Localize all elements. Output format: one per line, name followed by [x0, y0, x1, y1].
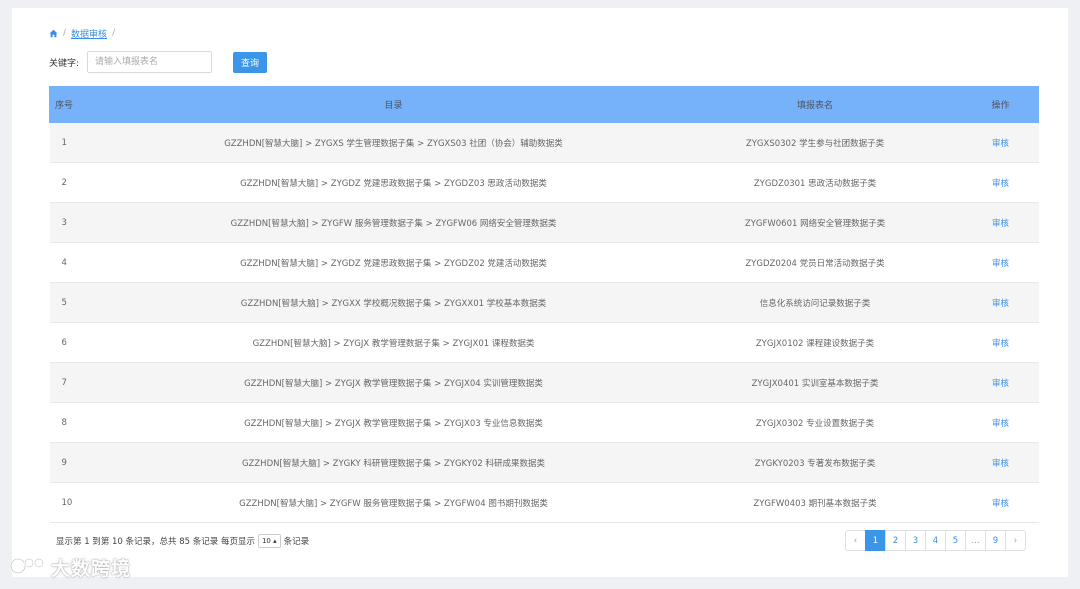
table-row: 1 GZZHDN[智慧大脑] > ZYGXS 学生管理数据子集 > ZYGXS03… — [49, 122, 1039, 163]
row-directory: GZZHDN[智慧大脑] > ZYGKY 科研管理数据子集 > ZYGKY02 … — [119, 442, 668, 483]
header-no: 序号 — [49, 86, 120, 123]
prev-page-button[interactable]: ‹ — [845, 530, 866, 551]
row-no: 5 — [49, 282, 120, 323]
row-operation: 审核 — [962, 202, 1039, 243]
audit-link[interactable]: 审核 — [992, 259, 1009, 269]
row-no: 9 — [49, 442, 120, 483]
row-form-name: ZYGJX0102 课程建设数据子类 — [667, 322, 963, 363]
record-info-suffix: 条记录 — [283, 537, 310, 547]
record-info-prefix: 显示第 1 到第 10 条记录，总共 85 条记录 每页显示 — [56, 537, 255, 547]
page-size-select[interactable]: 10 ▴ — [257, 534, 281, 548]
row-form-name: ZYGDZ0301 思政活动数据子类 — [667, 162, 963, 203]
audit-link[interactable]: 审核 — [992, 459, 1009, 469]
table-row: 5 GZZHDN[智慧大脑] > ZYGXX 学校概况数据子集 > ZYGXX01… — [49, 282, 1039, 323]
row-operation: 审核 — [962, 282, 1039, 323]
audit-link[interactable]: 审核 — [992, 379, 1009, 389]
search-label: 关键字: — [49, 58, 80, 69]
audit-link[interactable]: 审核 — [992, 419, 1009, 429]
row-no: 4 — [49, 242, 120, 283]
row-directory: GZZHDN[智慧大脑] > ZYGFW 服务管理数据子集 > ZYGFW06 … — [119, 202, 668, 243]
table-header-row: 序号 目录 填报表名 操作 — [49, 86, 1039, 123]
audit-link[interactable]: 审核 — [992, 179, 1009, 189]
header-form-name: 填报表名 — [667, 86, 963, 123]
home-icon[interactable] — [49, 29, 58, 38]
row-form-name: ZYGKY0203 专著发布数据子类 — [667, 442, 963, 483]
breadcrumb-separator: / — [112, 28, 116, 38]
row-no: 2 — [49, 162, 120, 203]
row-operation: 审核 — [962, 482, 1039, 523]
row-directory: GZZHDN[智慧大脑] > ZYGXS 学生管理数据子集 > ZYGXS03 … — [119, 122, 668, 163]
row-form-name: ZYGDZ0204 党员日常活动数据子类 — [667, 242, 963, 283]
row-no: 8 — [49, 402, 120, 443]
row-operation: 审核 — [962, 402, 1039, 443]
data-table: 序号 目录 填报表名 操作 1 GZZHDN[智慧大脑] > ZYGXS 学生管理… — [49, 86, 1039, 523]
table-row: 7 GZZHDN[智慧大脑] > ZYGJX 教学管理数据子集 > ZYGJX04… — [49, 362, 1039, 403]
page-button[interactable]: 5 — [945, 530, 966, 551]
table-row: 10 GZZHDN[智慧大脑] > ZYGFW 服务管理数据子集 > ZYGFW0… — [49, 482, 1039, 523]
header-directory: 目录 — [119, 86, 668, 123]
audit-link[interactable]: 审核 — [992, 339, 1009, 349]
audit-link[interactable]: 审核 — [992, 219, 1009, 229]
row-directory: GZZHDN[智慧大脑] > ZYGJX 教学管理数据子集 > ZYGJX04 … — [119, 362, 668, 403]
table-row: 2 GZZHDN[智慧大脑] > ZYGDZ 党建思政数据子集 > ZYGDZ03… — [49, 162, 1039, 203]
next-page-button[interactable]: › — [1005, 530, 1026, 551]
audit-link[interactable]: 审核 — [992, 499, 1009, 509]
row-operation: 审核 — [962, 362, 1039, 403]
search-bar: 关键字: 查询 — [49, 51, 268, 73]
row-directory: GZZHDN[智慧大脑] > ZYGFW 服务管理数据子集 > ZYGFW04 … — [119, 482, 668, 523]
watermark-text: 大数跨境 — [51, 558, 132, 580]
row-form-name: ZYGFW0601 网络安全管理数据子类 — [667, 202, 963, 243]
row-form-name: 信息化系统访问记录数据子类 — [667, 282, 963, 323]
page-button[interactable]: 1 — [865, 530, 886, 551]
row-no: 1 — [49, 122, 120, 163]
watermark: 大数跨境 — [9, 554, 131, 581]
row-no: 6 — [49, 322, 120, 363]
table-row: 6 GZZHDN[智慧大脑] > ZYGJX 教学管理数据子集 > ZYGJX01… — [49, 322, 1039, 363]
header-operation: 操作 — [962, 86, 1039, 123]
row-operation: 审核 — [962, 122, 1039, 163]
row-operation: 审核 — [962, 442, 1039, 483]
breadcrumb: / 数据审核 / — [49, 27, 116, 40]
row-directory: GZZHDN[智慧大脑] > ZYGDZ 党建思政数据子集 > ZYGDZ03 … — [119, 162, 668, 203]
row-directory: GZZHDN[智慧大脑] > ZYGJX 教学管理数据子集 > ZYGJX01 … — [119, 322, 668, 363]
page-button[interactable]: 2 — [885, 530, 906, 551]
row-no: 3 — [49, 202, 120, 243]
page-button[interactable]: 4 — [925, 530, 946, 551]
page-button[interactable]: 3 — [905, 530, 926, 551]
audit-link[interactable]: 审核 — [992, 139, 1009, 149]
search-button[interactable]: 查询 — [233, 51, 268, 73]
page-button[interactable]: 9 — [985, 530, 1006, 551]
row-form-name: ZYGXS0302 学生参与社团数据子类 — [667, 122, 963, 163]
row-operation: 审核 — [962, 242, 1039, 283]
pagination: ‹ 1 2 3 4 5... 9 › — [845, 530, 1026, 551]
search-input[interactable] — [87, 51, 213, 73]
table-row: 3 GZZHDN[智慧大脑] > ZYGFW 服务管理数据子集 > ZYGFW06… — [49, 202, 1039, 243]
table-body: 1 GZZHDN[智慧大脑] > ZYGXS 学生管理数据子集 > ZYGXS03… — [49, 122, 1039, 523]
row-no: 7 — [49, 362, 120, 403]
row-operation: 审核 — [962, 322, 1039, 363]
table-row: 8 GZZHDN[智慧大脑] > ZYGJX 教学管理数据子集 > ZYGJX03… — [49, 402, 1039, 443]
breadcrumb-current[interactable]: 数据审核 — [71, 27, 107, 40]
breadcrumb-separator: / — [63, 28, 67, 38]
main-panel: / 数据审核 / 关键字: 查询 序号 目录 填报表名 操作 1GZZHDN[智… — [12, 8, 1068, 577]
watermark-logo-icon — [9, 555, 47, 580]
row-form-name: ZYGJX0302 专业设置数据子类 — [667, 402, 963, 443]
page-ellipsis: ... — [965, 530, 986, 551]
row-form-name: ZYGJX0401 实训室基本数据子类 — [667, 362, 963, 403]
row-directory: GZZHDN[智慧大脑] > ZYGDZ 党建思政数据子集 > ZYGDZ02 … — [119, 242, 668, 283]
row-no: 10 — [49, 482, 120, 523]
row-form-name: ZYGFW0403 期刊基本数据子类 — [667, 482, 963, 523]
row-directory: GZZHDN[智慧大脑] > ZYGJX 教学管理数据子集 > ZYGJX03 … — [119, 402, 668, 443]
record-info: 显示第 1 到第 10 条记录，总共 85 条记录 每页显示 10 ▴ 条记录 — [56, 532, 309, 550]
table-row: 9 GZZHDN[智慧大脑] > ZYGKY 科研管理数据子集 > ZYGKY02… — [49, 442, 1039, 483]
audit-link[interactable]: 审核 — [992, 299, 1009, 309]
row-operation: 审核 — [962, 162, 1039, 203]
row-directory: GZZHDN[智慧大脑] > ZYGXX 学校概况数据子集 > ZYGXX01 … — [119, 282, 668, 323]
table-row: 4 GZZHDN[智慧大脑] > ZYGDZ 党建思政数据子集 > ZYGDZ02… — [49, 242, 1039, 283]
